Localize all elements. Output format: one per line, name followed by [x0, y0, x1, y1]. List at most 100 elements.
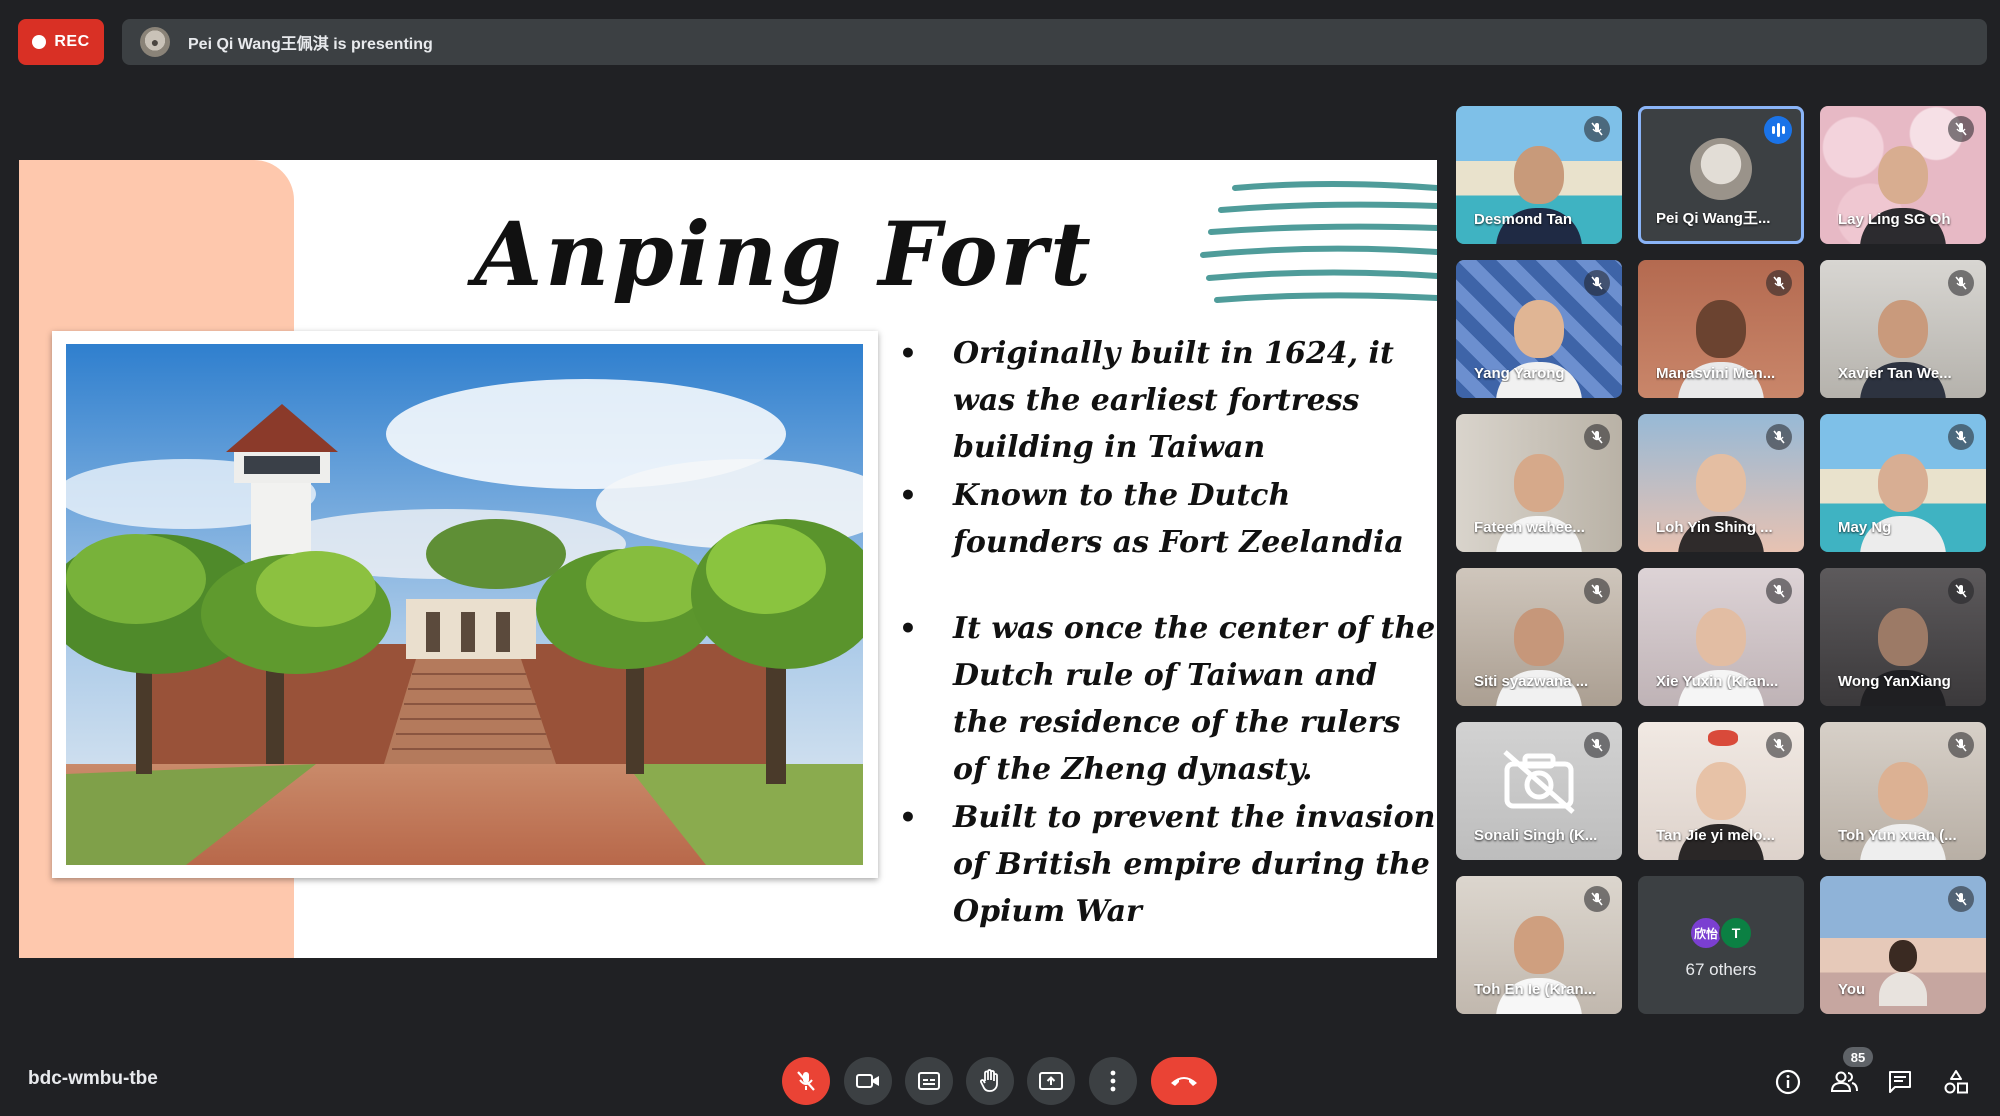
anping-fort-photo: [66, 344, 863, 865]
more-options-button[interactable]: [1089, 1057, 1137, 1105]
participant-video: [1860, 608, 1946, 706]
others-count-label: 67 others: [1685, 960, 1757, 979]
raise-hand-button[interactable]: [966, 1057, 1014, 1105]
mic-off-icon: [1948, 270, 1974, 296]
mic-off-icon: [1948, 886, 1974, 912]
wall-decoration: [1708, 730, 1738, 746]
participant-tile-active-speaker[interactable]: Pei Qi Wang王...: [1638, 106, 1804, 244]
others-tile[interactable]: 欣怡 T 67 others: [1638, 876, 1804, 1014]
participant-video: [1496, 608, 1582, 706]
participant-video: [1860, 762, 1946, 860]
participant-video: [1860, 300, 1946, 398]
meet-window: REC ● Pei Qi Wang王佩淇 is presenting Anpin…: [0, 0, 2000, 1116]
participant-name: Tan Jie yi melo...: [1656, 827, 1775, 844]
info-icon: [1775, 1069, 1801, 1095]
slide-bullet: Originally built in 1624, it was the ear…: [879, 330, 1437, 471]
participant-avatar: [1690, 138, 1752, 200]
participant-tile[interactable]: Toh En Ie (Kran...: [1456, 876, 1622, 1014]
participant-tile[interactable]: Wong YanXiang: [1820, 568, 1986, 706]
participant-tile[interactable]: Xavier Tan We...: [1820, 260, 1986, 398]
presenting-banner: ● Pei Qi Wang王佩淇 is presenting: [122, 19, 1987, 65]
present-screen-icon: [1039, 1072, 1063, 1090]
participant-tile[interactable]: Tan Jie yi melo...: [1638, 722, 1804, 860]
mic-off-icon: [1766, 732, 1792, 758]
mic-off-icon: [1584, 116, 1610, 142]
activities-button[interactable]: [1938, 1064, 1974, 1100]
participant-tile[interactable]: Xie Yuxin (Kran...: [1638, 568, 1804, 706]
presented-slide: Anping Fort • Originally built in 1624, …: [19, 160, 1437, 958]
activities-icon: [1944, 1070, 1968, 1094]
participant-name: Xie Yuxin (Kran...: [1656, 673, 1779, 690]
presenting-text: Pei Qi Wang王佩淇 is presenting: [188, 36, 433, 53]
participant-count-badge: 85: [1843, 1047, 1873, 1067]
captions-icon: [918, 1072, 940, 1090]
participant-tile[interactable]: Yang Yarong: [1456, 260, 1622, 398]
participant-name: Toh En Ie (Kran...: [1474, 981, 1597, 998]
mic-off-icon: [1766, 578, 1792, 604]
camera-icon: [856, 1074, 879, 1088]
mic-off-icon: [1584, 270, 1610, 296]
slide-bullet: It was once the center of the Dutch rule…: [879, 605, 1437, 793]
people-button[interactable]: [1826, 1064, 1862, 1100]
participant-video: [1496, 300, 1582, 398]
participant-tile[interactable]: Sonali Singh (K...: [1456, 722, 1622, 860]
participant-grid: Desmond Tan Pei Qi Wang王... Lay Ling SG …: [1456, 106, 1986, 1014]
meeting-details-button[interactable]: [1770, 1064, 1806, 1100]
participant-video: [1860, 146, 1946, 244]
record-dot-icon: [32, 35, 47, 49]
hangup-icon: [1171, 1077, 1197, 1086]
participant-name: May Ng: [1838, 519, 1892, 536]
participant-name: Pei Qi Wang王...: [1656, 210, 1771, 227]
participant-name: Yang Yarong: [1474, 365, 1565, 382]
mic-off-icon: [1948, 116, 1974, 142]
slide-wave-decoration: [1200, 181, 1437, 303]
camera-off-icon: [1503, 750, 1575, 814]
participant-tile[interactable]: Toh Yun xuan (...: [1820, 722, 1986, 860]
mic-off-icon: [1948, 578, 1974, 604]
mic-toggle-button[interactable]: [782, 1057, 830, 1105]
participant-name: You: [1838, 981, 1866, 998]
participant-tile[interactable]: Siti syazwana ...: [1456, 568, 1622, 706]
participant-name: Xavier Tan We...: [1838, 365, 1952, 382]
present-screen-button[interactable]: [1027, 1057, 1075, 1105]
mic-off-icon: [1766, 270, 1792, 296]
participant-tile[interactable]: Manasvini Men...: [1638, 260, 1804, 398]
participant-video: [1496, 454, 1582, 552]
participant-tile[interactable]: Fateen wahee...: [1456, 414, 1622, 552]
speaking-indicator-icon: [1764, 116, 1792, 144]
participant-video: [1678, 608, 1764, 706]
participant-name: Fateen wahee...: [1474, 519, 1585, 536]
mic-off-icon: [1948, 424, 1974, 450]
slide-bullet: Known to the Dutch founders as Fort Zeel…: [879, 472, 1437, 566]
participant-tile[interactable]: May Ng: [1820, 414, 1986, 552]
others-avatar: 欣怡: [1689, 916, 1723, 950]
mic-off-icon: [1584, 886, 1610, 912]
self-tile[interactable]: You: [1820, 876, 1986, 1014]
participant-tile[interactable]: Loh Yin Shing ...: [1638, 414, 1804, 552]
mic-off-icon: [1948, 732, 1974, 758]
recording-label: REC: [54, 33, 90, 50]
mic-off-icon: [797, 1071, 815, 1091]
leave-call-button[interactable]: [1151, 1057, 1217, 1105]
slide-bullet: Built to prevent the invasion of British…: [879, 794, 1437, 935]
captions-button[interactable]: [905, 1057, 953, 1105]
participant-video: [1678, 454, 1764, 552]
meeting-code[interactable]: bdc-wmbu-tbe: [28, 1068, 158, 1090]
participant-name: Desmond Tan: [1474, 211, 1573, 228]
participant-video: [1678, 762, 1764, 860]
participant-video: [1496, 146, 1582, 244]
participant-name: Lay Ling SG Oh: [1838, 211, 1951, 228]
camera-toggle-button[interactable]: [844, 1057, 892, 1105]
slide-title: Anping Fort: [474, 202, 1094, 306]
chat-button[interactable]: [1882, 1064, 1918, 1100]
raise-hand-icon: [980, 1069, 998, 1092]
participant-tile[interactable]: Desmond Tan: [1456, 106, 1622, 244]
participant-name: Toh Yun xuan (...: [1838, 827, 1957, 844]
participant-video: [1860, 454, 1946, 552]
mic-off-icon: [1584, 424, 1610, 450]
fort-photo-frame: [52, 331, 878, 878]
recording-badge[interactable]: REC: [18, 19, 104, 65]
participant-name: Wong YanXiang: [1838, 673, 1951, 690]
participant-name: Manasvini Men...: [1656, 365, 1776, 382]
participant-tile[interactable]: Lay Ling SG Oh: [1820, 106, 1986, 244]
